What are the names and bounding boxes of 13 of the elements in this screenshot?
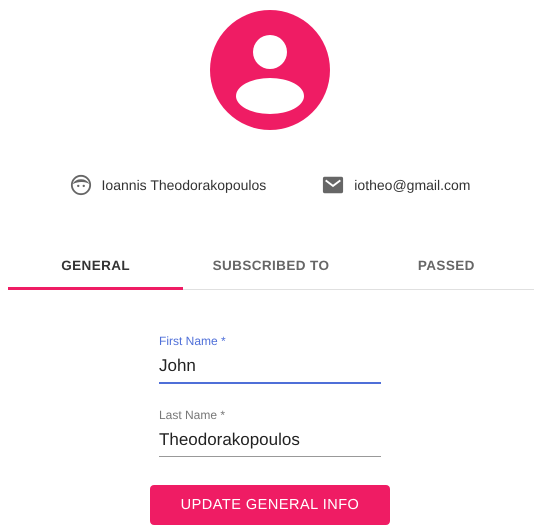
mail-icon xyxy=(322,174,344,196)
user-email: iotheo@gmail.com xyxy=(354,177,470,193)
text-field[interactable]: Theodorakopoulos xyxy=(159,428,381,457)
tab[interactable]: GENERAL xyxy=(8,244,184,290)
text-field[interactable]: John xyxy=(159,354,381,384)
field-label: Last Name * xyxy=(159,408,226,422)
avatar-icon xyxy=(210,10,330,130)
update-button[interactable]: UPDATE GENERAL INFO xyxy=(150,485,390,525)
tab[interactable]: SUBSCRIBED TO xyxy=(183,244,359,290)
user-name: Ioannis Theodorakopoulos xyxy=(102,177,266,193)
face-icon xyxy=(70,174,92,196)
tab[interactable]: PASSED xyxy=(358,244,534,290)
field-label: First Name * xyxy=(159,334,227,348)
